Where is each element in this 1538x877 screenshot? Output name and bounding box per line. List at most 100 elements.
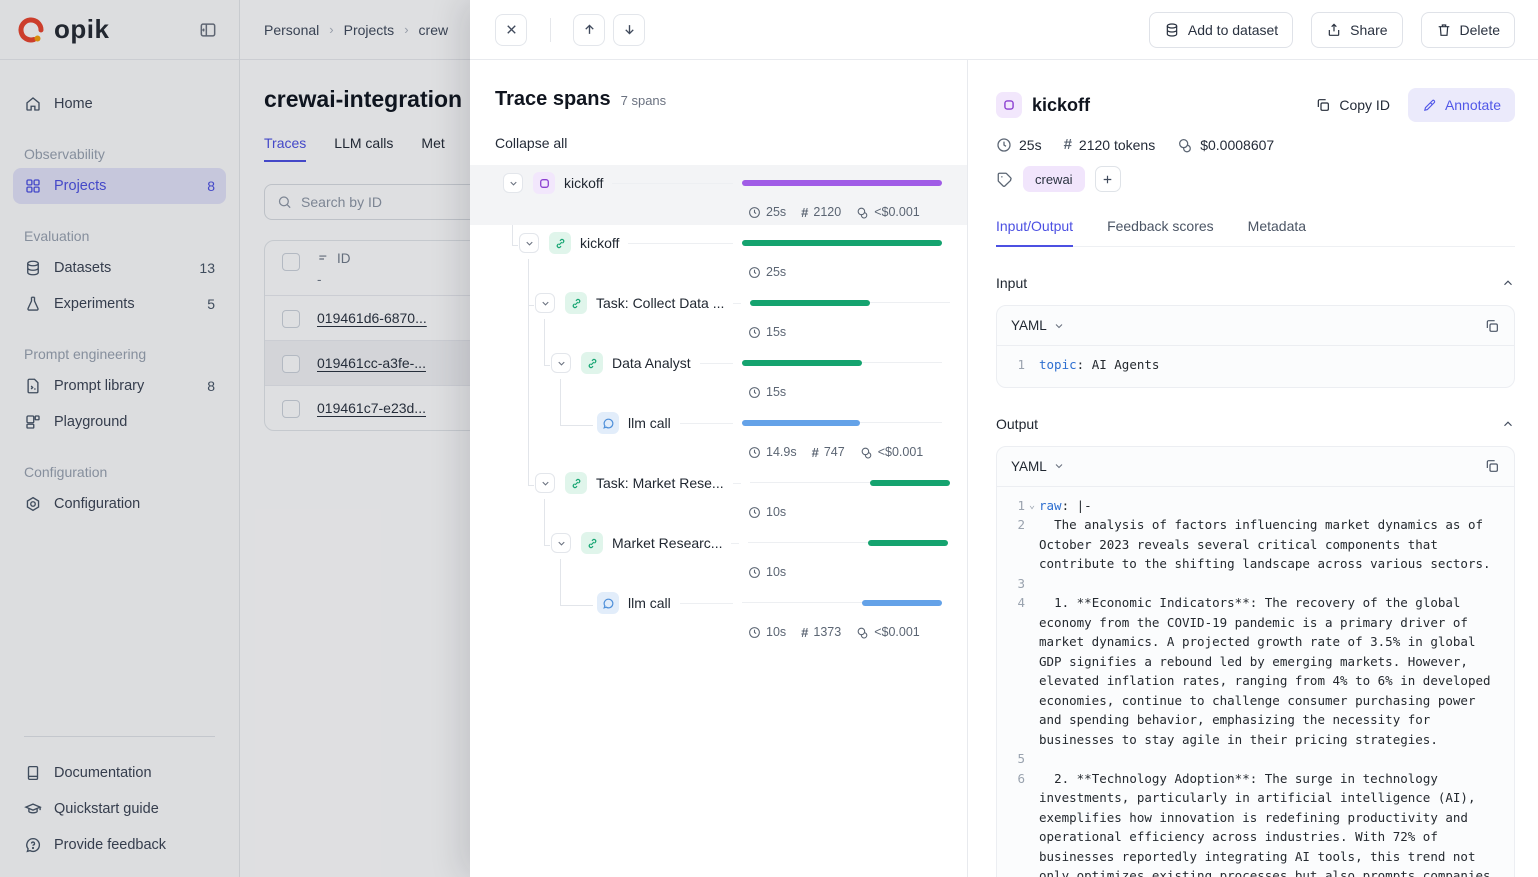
chat-bubble-icon — [597, 412, 619, 434]
trace-icon — [533, 172, 555, 194]
link-icon — [581, 532, 603, 554]
span-label: Task: Market Rese... — [596, 475, 724, 491]
tag-crewai[interactable]: crewai — [1023, 166, 1085, 192]
trace-icon — [996, 92, 1022, 118]
spans-panel-title: Trace spans — [495, 88, 611, 111]
chevron-up-icon[interactable] — [1501, 276, 1515, 290]
output-section-header[interactable]: Output — [996, 416, 1515, 432]
duration-stat: 14.9s — [748, 445, 797, 459]
duration-bar — [742, 180, 942, 186]
cost-stat: <$0.001 — [856, 205, 920, 219]
clock-icon — [748, 626, 761, 639]
share-button[interactable]: Share — [1311, 12, 1402, 48]
chevron-down-icon[interactable] — [503, 173, 523, 193]
chevron-down-icon — [1053, 320, 1065, 332]
prev-trace-arrow-up-icon[interactable] — [573, 14, 605, 46]
copy-icon[interactable] — [1484, 458, 1500, 474]
format-label: YAML — [1011, 459, 1047, 474]
pen-icon — [1422, 98, 1437, 113]
add-to-dataset-button[interactable]: Add to dataset — [1149, 12, 1293, 48]
format-label: YAML — [1011, 318, 1047, 333]
span-detail-panel: kickoff Copy ID Annotate 25s — [968, 60, 1538, 877]
chevron-down-icon[interactable] — [519, 233, 539, 253]
trace-drawer: Add to dataset Share Delete — [470, 0, 1538, 877]
clock-icon — [748, 326, 761, 339]
duration-stat: 15s — [748, 385, 786, 399]
span-label: llm call — [628, 415, 671, 431]
duration-bar — [742, 420, 860, 426]
link-icon — [565, 472, 587, 494]
duration-stat: 15s — [748, 325, 786, 339]
duration-stat: 10s — [748, 625, 786, 639]
span-label: Market Researc... — [612, 535, 722, 551]
tokens-stat: #1373 — [801, 625, 841, 640]
chevron-down-icon[interactable] — [535, 293, 555, 313]
clock-icon — [748, 386, 761, 399]
add-tag-plus-icon[interactable] — [1095, 166, 1121, 192]
chevron-up-icon[interactable] — [1501, 417, 1515, 431]
cost-stat: <$0.001 — [860, 445, 924, 459]
chevron-down-icon[interactable] — [535, 473, 555, 493]
fold-caret-icon[interactable]: ⌄ — [1025, 496, 1039, 516]
copy-icon[interactable] — [1484, 318, 1500, 334]
clock-icon — [748, 566, 761, 579]
database-icon — [1164, 22, 1180, 38]
span-row-kickoff[interactable]: kickoff 25s — [495, 225, 942, 285]
code-line: 6 2. **Technology Adoption**: The surge … — [1005, 769, 1500, 877]
span-row-data-analyst[interactable]: Data Analyst 15s — [495, 345, 942, 405]
coins-icon — [856, 626, 869, 639]
annotate-button[interactable]: Annotate — [1408, 88, 1515, 122]
span-label: kickoff — [580, 235, 619, 251]
span-row-llm-call[interactable]: llm call 14.9s #747 <$0.001 — [495, 405, 942, 465]
span-title: kickoff — [1032, 95, 1090, 116]
chevron-down-icon[interactable] — [551, 533, 571, 553]
trash-icon — [1436, 22, 1452, 38]
span-row-task-collect-data[interactable]: Task: Collect Data ... 15s — [495, 285, 942, 345]
code-line: 1 ⌄ raw: |- — [1005, 496, 1500, 516]
coins-icon — [856, 206, 869, 219]
duration-bar — [742, 240, 942, 246]
spans-count: 7 spans — [621, 93, 667, 108]
hash-icon: # — [801, 205, 808, 220]
duration-bar — [742, 360, 862, 366]
coins-icon — [1177, 137, 1193, 153]
duration-stat: 25s — [748, 265, 786, 279]
tab-metadata[interactable]: Metadata — [1248, 218, 1306, 246]
span-label: kickoff — [564, 175, 603, 191]
link-icon — [565, 292, 587, 314]
chat-bubble-icon — [597, 592, 619, 614]
code-line: 1 topic: AI Agents — [1005, 355, 1500, 375]
tab-feedback-scores[interactable]: Feedback scores — [1107, 218, 1214, 246]
span-row-kickoff-trace[interactable]: kickoff 25s #2120 <$0.001 — [470, 165, 967, 225]
input-section-header[interactable]: Input — [996, 275, 1515, 291]
collapse-all-link[interactable]: Collapse all — [495, 135, 567, 151]
tab-input-output[interactable]: Input/Output — [996, 218, 1073, 247]
button-label: Add to dataset — [1188, 22, 1278, 38]
drawer-toolbar: Add to dataset Share Delete — [470, 0, 1538, 60]
delete-button[interactable]: Delete — [1421, 12, 1515, 48]
coins-icon — [860, 446, 873, 459]
span-label: Data Analyst — [612, 355, 691, 371]
detail-tabs: Input/Output Feedback scores Metadata — [996, 218, 1515, 247]
chevron-down-icon — [1053, 460, 1065, 472]
chevron-down-icon[interactable] — [551, 353, 571, 373]
close-icon[interactable] — [495, 14, 527, 46]
hash-icon: # — [1064, 136, 1072, 153]
hash-icon: # — [801, 625, 808, 640]
duration-stat: 25s — [748, 205, 786, 219]
format-select[interactable]: YAML — [1011, 459, 1065, 474]
duration-bar — [862, 600, 942, 606]
tokens-stat: #2120 — [801, 205, 841, 220]
spans-tree: kickoff 25s #2120 <$0.001 — [495, 165, 942, 645]
cost-stat: <$0.001 — [856, 625, 920, 639]
span-row-task-market-research[interactable]: Task: Market Rese... 10s — [495, 465, 942, 525]
format-select[interactable]: YAML — [1011, 318, 1065, 333]
tokens-stat: #2120 tokens — [1064, 136, 1156, 153]
button-label: Annotate — [1445, 97, 1501, 113]
modal-dim-overlay[interactable] — [0, 0, 470, 877]
span-row-llm-call[interactable]: llm call 10s #1373 <$0.001 — [495, 585, 942, 645]
duration-stat: 10s — [748, 565, 786, 579]
copy-id-button[interactable]: Copy ID — [1315, 97, 1390, 113]
next-trace-arrow-down-icon[interactable] — [613, 14, 645, 46]
span-row-market-researcher[interactable]: Market Researc... 10s — [495, 525, 942, 585]
